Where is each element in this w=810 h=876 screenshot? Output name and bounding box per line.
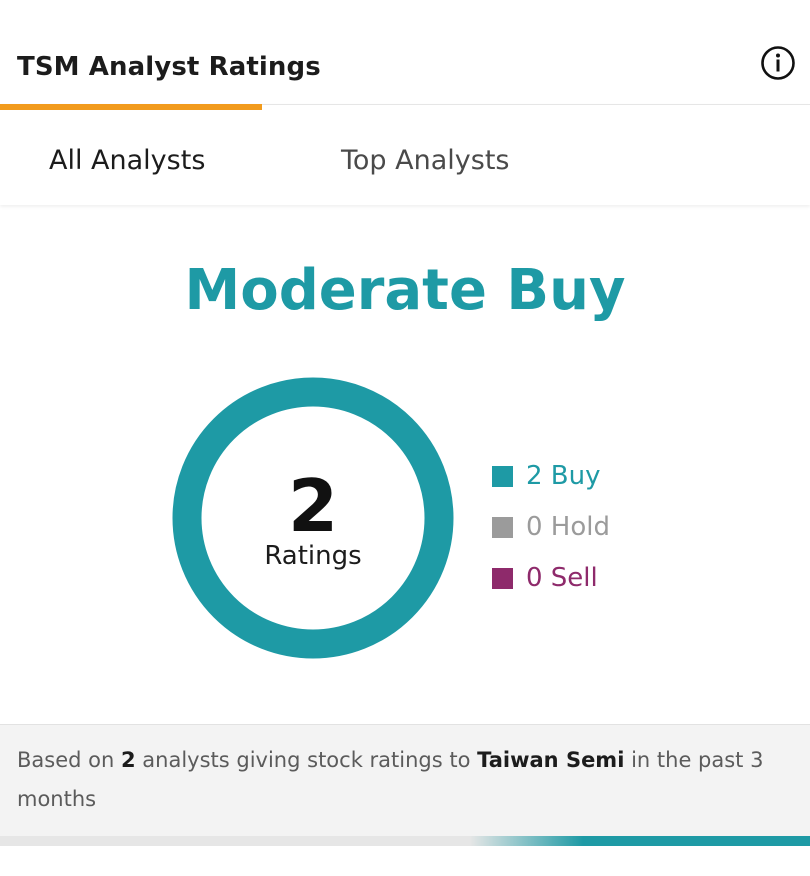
tab-all-analysts[interactable]: All Analysts [49,145,205,176]
info-icon[interactable] [760,45,796,81]
ratings-count: 2 [287,464,339,548]
footnote-analyst-count: 2 [120,748,136,772]
footnote-text: Based on 2 analysts giving stock ratings… [17,741,797,819]
card-header: TSM Analyst Ratings [0,0,810,104]
legend-buy-label: 2 Buy [526,461,601,491]
legend-hold-swatch [492,516,513,538]
tab-bar: All Analysts Top Analysts [0,104,810,205]
bottom-accent-bar [0,836,810,846]
card-title: TSM Analyst Ratings [17,52,321,82]
active-tab-indicator [0,104,262,110]
legend-sell-label: 0 Sell [526,563,598,593]
legend-hold: 0 Hold [492,512,610,542]
legend-hold-label: 0 Hold [526,512,610,542]
consensus-rating: Moderate Buy [184,258,626,323]
footnote-company: Taiwan Semi [477,748,625,772]
analyst-ratings-card: TSM Analyst Ratings All Analysts Top Ana… [0,0,810,876]
legend-sell-swatch [492,567,513,589]
legend-buy: 2 Buy [492,461,601,491]
footnote-prefix: Based on [17,748,121,772]
legend-buy-swatch [492,465,513,487]
ratings-label: Ratings [264,541,362,571]
legend-sell: 0 Sell [492,563,598,593]
ratings-footnote: Based on 2 analysts giving stock ratings… [0,724,810,837]
tab-top-analysts[interactable]: Top Analysts [341,145,509,176]
footnote-middle: analysts giving stock ratings to [135,748,478,772]
